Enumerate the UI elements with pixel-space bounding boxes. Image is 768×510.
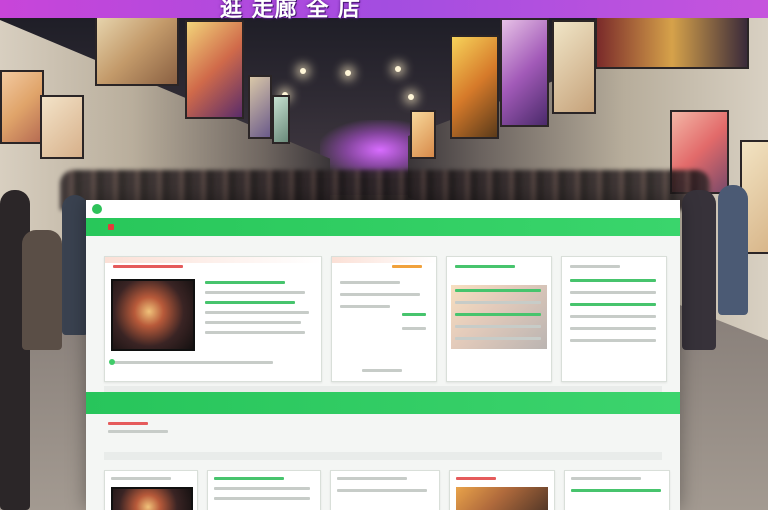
text-line [205, 281, 285, 284]
text-line [340, 293, 420, 296]
poster [95, 12, 179, 86]
poster [185, 20, 244, 119]
card-title-line [455, 265, 515, 268]
person-silhouette [718, 185, 748, 315]
poster [272, 95, 290, 144]
site-header [86, 200, 680, 218]
text-line [402, 313, 426, 316]
home-icon[interactable] [108, 224, 114, 230]
text-line [570, 327, 656, 330]
top-banner [0, 0, 768, 18]
text-line [455, 289, 541, 292]
poster [500, 18, 549, 127]
text-line [402, 327, 426, 330]
text-line [337, 477, 407, 480]
ceiling-light [345, 70, 351, 76]
section-green-bar [86, 392, 680, 414]
card-row [104, 470, 670, 510]
poster [0, 70, 44, 144]
banner-title: 逛 走廊 全 店 [220, 0, 361, 22]
text-line [337, 489, 427, 492]
thumbnail-image[interactable] [111, 279, 195, 351]
product-card[interactable] [207, 470, 321, 510]
text-line [570, 339, 656, 342]
text-line [570, 291, 656, 294]
text-line [205, 331, 305, 334]
person-silhouette [22, 230, 62, 350]
radio-dot-icon[interactable] [109, 359, 115, 365]
product-card[interactable] [564, 470, 670, 510]
divider-strip [104, 452, 662, 460]
text-line [113, 361, 273, 364]
section-title-line [108, 422, 148, 425]
text-line [362, 369, 402, 372]
feature-card[interactable] [104, 256, 322, 382]
card-header [105, 257, 321, 263]
text-line [455, 301, 541, 304]
card-header [332, 257, 436, 263]
text-line [205, 321, 301, 324]
person-silhouette [682, 190, 716, 350]
ceiling-light [300, 68, 306, 74]
text-line [214, 487, 310, 490]
text-line [340, 281, 400, 284]
thumbnail-image[interactable] [456, 487, 548, 510]
card-row [104, 256, 667, 382]
text-line [455, 337, 541, 340]
text-line [205, 301, 295, 304]
site-nav-bar [86, 218, 680, 236]
text-line [205, 311, 309, 314]
text-line [455, 313, 541, 316]
list-card[interactable] [331, 256, 437, 382]
card-title-line [113, 265, 183, 268]
person-silhouette [62, 195, 88, 335]
text-line [111, 477, 171, 480]
leaf-logo-icon[interactable] [92, 204, 102, 214]
text-line [455, 325, 541, 328]
poster [595, 10, 749, 69]
text-line [456, 477, 496, 480]
product-card[interactable] [449, 470, 555, 510]
thumbnail-image[interactable] [111, 487, 193, 510]
website-mockup [86, 200, 680, 510]
poster [552, 20, 596, 114]
product-card[interactable] [104, 470, 198, 510]
text-line [205, 291, 305, 294]
text-line [570, 279, 656, 282]
text-line [571, 477, 641, 480]
product-card[interactable] [330, 470, 440, 510]
card-title-line [570, 265, 620, 268]
text-line [570, 303, 656, 306]
grid-card[interactable] [446, 256, 552, 382]
ceiling-light [408, 94, 414, 100]
ceiling-light [395, 66, 401, 72]
text-line [108, 430, 168, 433]
text-line [570, 315, 656, 318]
poster [248, 75, 272, 139]
poster [450, 35, 499, 139]
text-line [340, 305, 390, 308]
text-line [214, 497, 310, 500]
poster [40, 95, 84, 159]
card-title-line [392, 265, 422, 268]
poster [410, 110, 436, 159]
text-line [571, 489, 661, 492]
text-line [214, 477, 284, 480]
grid-card[interactable] [561, 256, 667, 382]
